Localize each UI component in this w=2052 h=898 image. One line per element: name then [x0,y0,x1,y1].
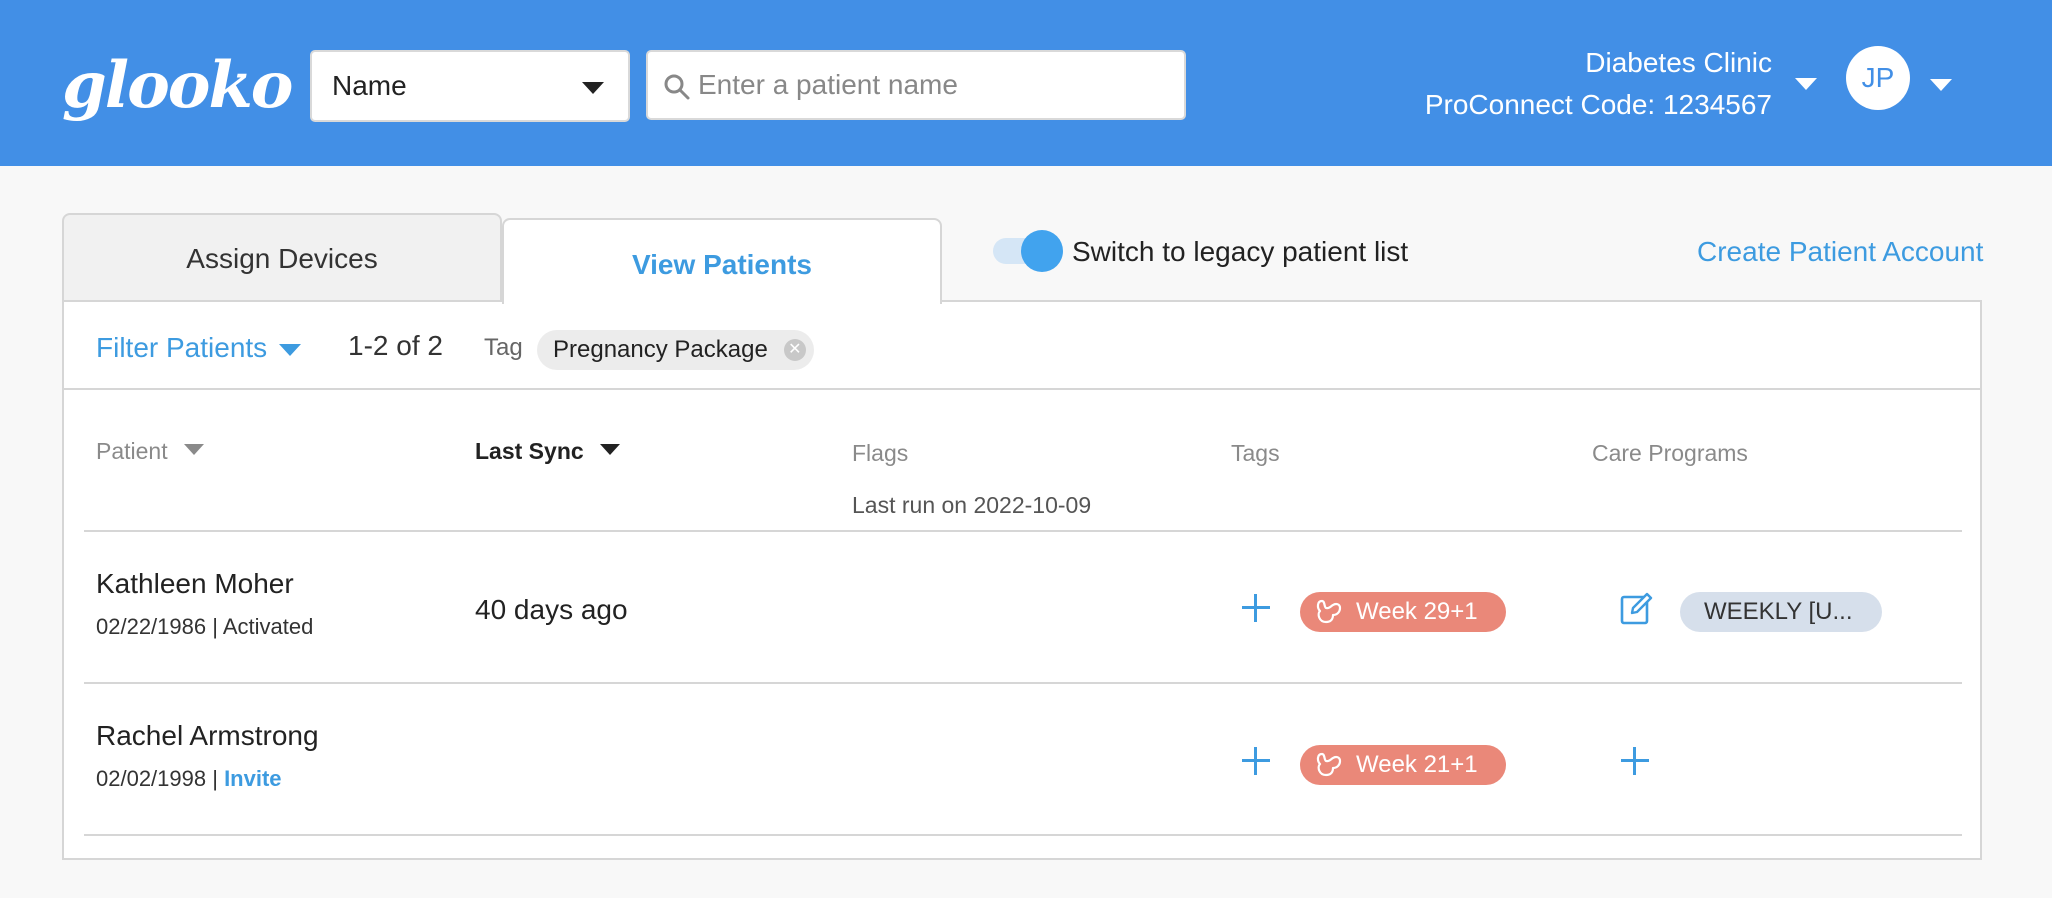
add-care-program-plus-icon[interactable] [1621,747,1649,775]
tag-filter-chip: Pregnancy Package ✕ [537,330,814,370]
pregnancy-week-tag[interactable]: Week 21+1 [1300,745,1506,785]
search-type-select[interactable]: Name [310,50,630,122]
clinic-chevron-down-icon[interactable] [1795,78,1817,90]
patient-dob: 02/02/1998 | [96,766,218,791]
patient-search-input[interactable] [698,52,1178,118]
patient-search-box[interactable] [646,50,1186,120]
chevron-down-icon [582,82,604,94]
patient-name-link[interactable]: Rachel Armstrong [96,718,319,754]
clinic-name: Diabetes Clinic [1585,47,1772,78]
chevron-down-icon [279,343,302,356]
column-header-last-sync[interactable]: Last Sync [475,436,620,466]
add-tag-plus-icon[interactable] [1242,594,1270,622]
sort-caret-icon [599,444,620,455]
flags-last-run: Last run on 2022-10-09 [852,492,1092,518]
filter-patients-button[interactable]: Filter Patients [96,330,302,366]
create-patient-account-link[interactable]: Create Patient Account [1697,234,1983,270]
patients-panel: Filter Patients 1-2 of 2 Tag Pregnancy P… [62,300,1982,860]
patient-meta: 02/22/1986 | Activated [96,612,313,642]
tag-filter-label: Tag [484,334,523,361]
tab-assign-devices[interactable]: Assign Devices [62,213,502,301]
pregnancy-icon [1316,599,1342,624]
legacy-list-toggle[interactable] [993,230,1063,272]
legacy-list-label: Switch to legacy patient list [1072,236,1409,267]
patient-status: Activated [222,614,314,639]
pregnancy-week-tag[interactable]: Week 29+1 [1300,592,1506,632]
add-tag-plus-icon[interactable] [1242,747,1270,775]
close-icon[interactable]: ✕ [783,339,806,361]
column-header-patient[interactable]: Patient [96,436,204,466]
tab-view-patients[interactable]: View Patients [502,218,942,304]
patient-name-link[interactable]: Kathleen Moher [96,566,294,602]
sort-caret-icon [183,444,204,455]
invite-link[interactable]: Invite [224,766,281,791]
pregnancy-icon [1316,752,1342,777]
result-count: 1-2 of 2 [348,330,443,361]
care-program-badge[interactable]: WEEKLY [U... [1680,592,1882,632]
proconnect-code: ProConnect Code: 1234567 [1424,89,1772,120]
search-type-value: Name [332,70,407,101]
filter-bar: Filter Patients 1-2 of 2 Tag Pregnancy P… [64,302,1980,390]
column-last-sync-label: Last Sync [475,438,584,464]
column-header-flags: Flags [852,440,909,466]
week-tag-label: Week 29+1 [1356,598,1478,625]
toggle-knob [1021,230,1063,272]
edit-care-program-icon[interactable] [1619,592,1653,626]
glooko-logo[interactable]: glooko [62,44,293,128]
week-tag-label: Week 21+1 [1356,751,1478,778]
clinic-info[interactable]: Diabetes Clinic ProConnect Code: 1234567 [1425,42,1772,126]
top-bar: glooko Name Diabetes Clinic ProConnect C… [0,0,2052,166]
patient-dob: 02/22/1986 | [96,614,218,639]
column-header-care-programs: Care Programs [1592,440,1748,466]
user-menu-chevron-down-icon[interactable] [1930,79,1952,91]
last-sync-value: 40 days ago [475,594,628,625]
user-avatar[interactable]: JP [1846,46,1910,110]
patient-meta: 02/02/1998 | Invite [96,764,282,794]
column-patient-label: Patient [96,438,168,464]
row-divider [84,834,1962,836]
filter-patients-label: Filter Patients [96,332,268,363]
search-icon [664,74,690,100]
tag-chip-label: Pregnancy Package [553,336,768,363]
row-divider [84,682,1962,684]
header-divider [84,530,1962,532]
column-header-tags: Tags [1231,440,1280,466]
